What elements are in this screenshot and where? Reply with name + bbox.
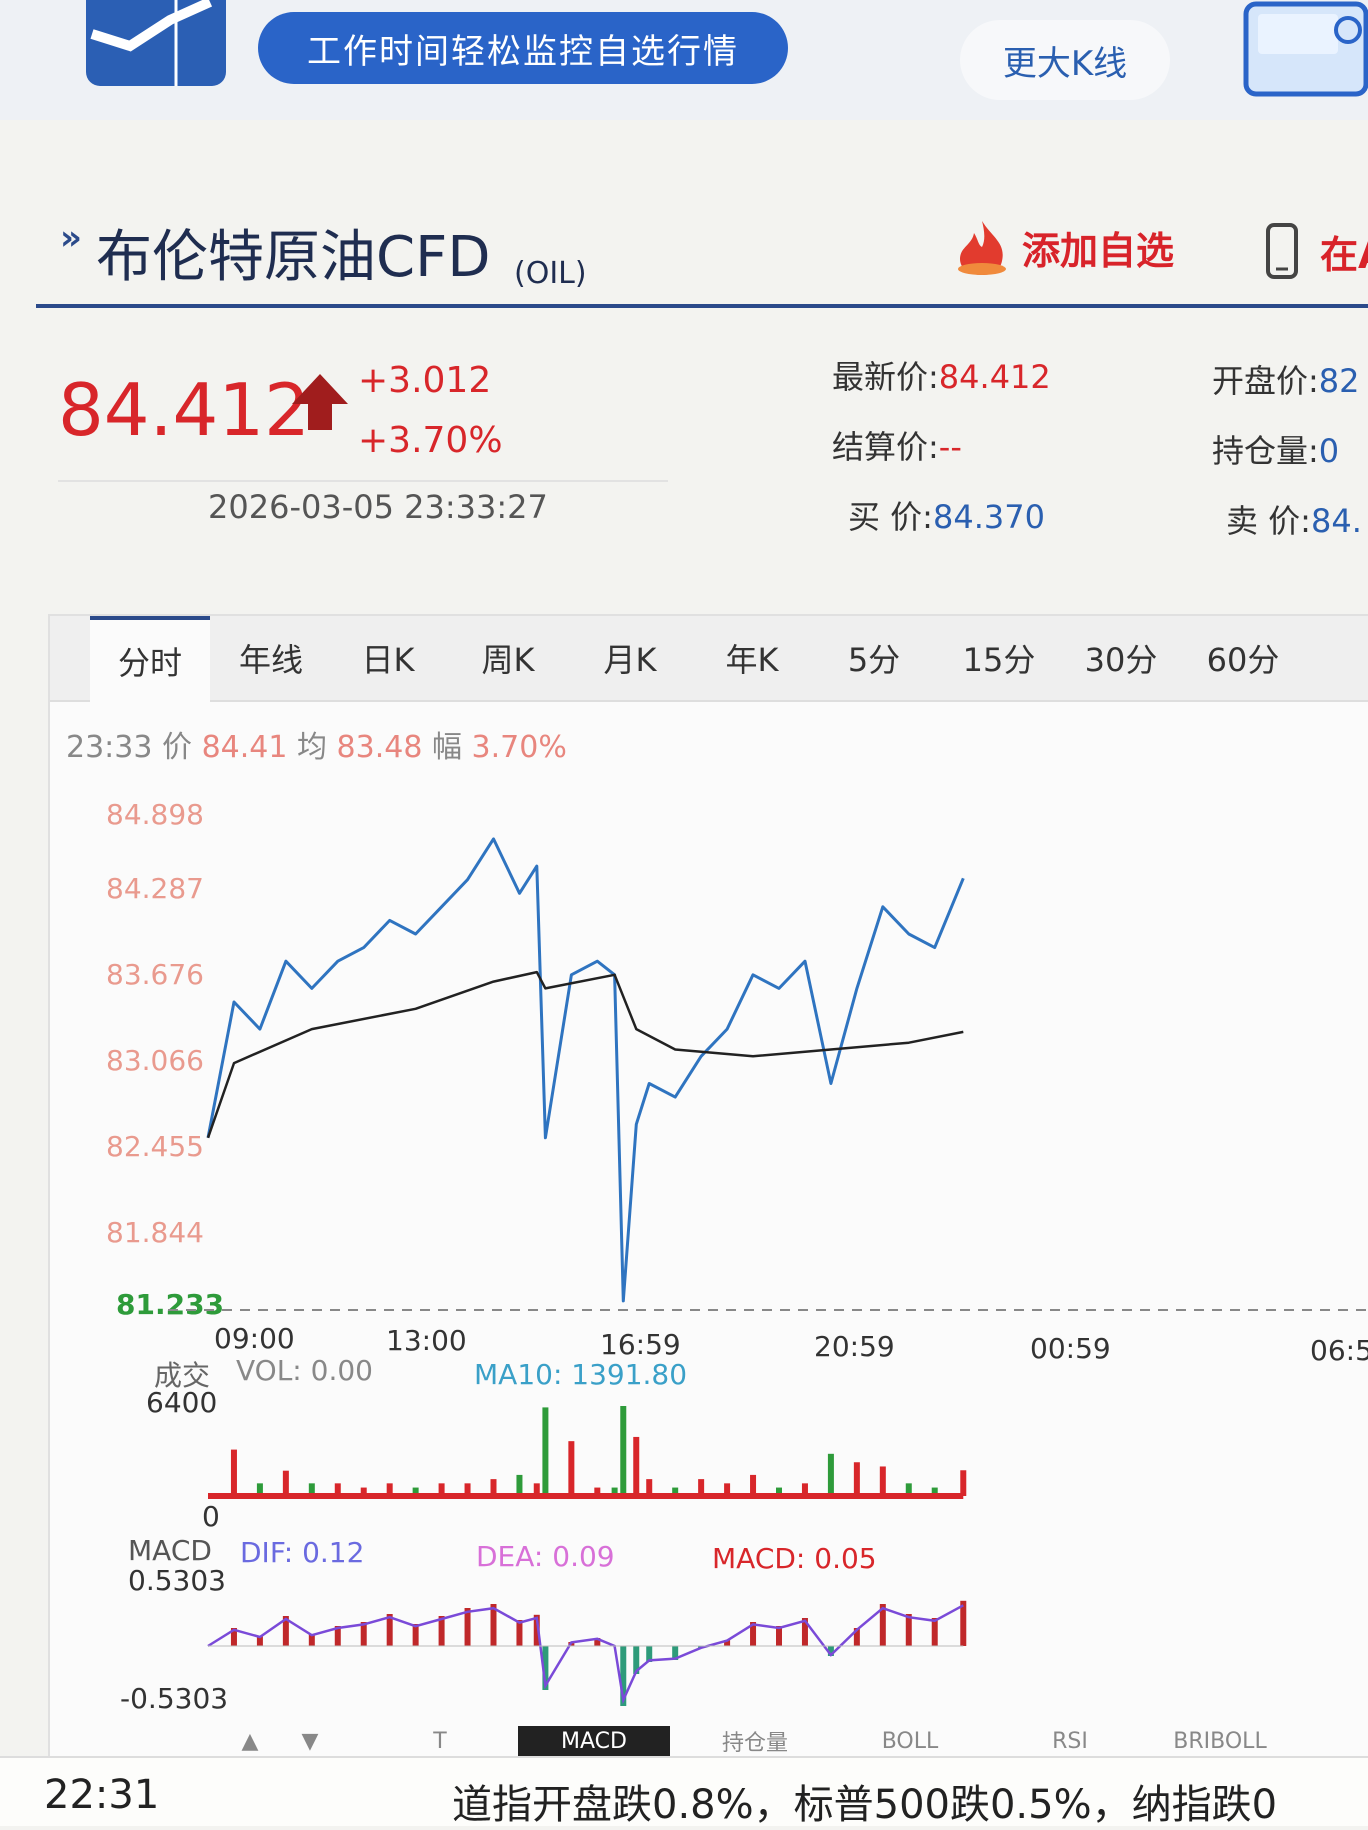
- news-ticker[interactable]: 道指开盘跌0.8%，标普500跌0.5%，纳指跌0: [452, 1772, 1277, 1830]
- top-banner: 工作时间轻松监控自选行情 更大K线: [0, 0, 1368, 120]
- collapse-down-icon[interactable]: ▼: [290, 1726, 330, 1756]
- status-bar: 22:31 道指开盘跌0.8%，标普500跌0.5%，纳指跌0: [0, 1756, 1368, 1828]
- promo-pill[interactable]: 工作时间轻松监控自选行情: [258, 12, 788, 84]
- volume-bar: [620, 1406, 627, 1496]
- volume-bar: [516, 1474, 523, 1496]
- collapse-up-icon[interactable]: ▲: [230, 1726, 270, 1756]
- clock: 22:31: [44, 1772, 160, 1818]
- volume-bar: [750, 1474, 757, 1496]
- quote-divider: [58, 480, 668, 482]
- volume-bar: [853, 1462, 860, 1496]
- macd-dif-line: [207, 1604, 964, 1705]
- price-change: +3.012: [358, 360, 492, 401]
- add-favorite-label: 添加自选: [1022, 228, 1175, 273]
- indicator-tab-briboll[interactable]: BRIBOLL: [1150, 1726, 1290, 1756]
- macd-bar: [931, 1618, 938, 1646]
- settle-price-label: 结算价:: [832, 428, 939, 466]
- bid-price-field: 买 价:84.370: [848, 492, 1045, 538]
- volume-bar: [282, 1470, 289, 1496]
- open-interest-field: 持仓量:0: [1212, 426, 1339, 472]
- macd-bar: [905, 1614, 912, 1646]
- price-line: [206, 837, 965, 1303]
- phone-icon: [1266, 223, 1298, 279]
- intraday-chart[interactable]: [50, 616, 1368, 1726]
- macd-bar: [464, 1608, 471, 1646]
- volume-bar: [879, 1466, 886, 1496]
- latest-price-label: 最新价:: [832, 358, 939, 396]
- price-change-pct: +3.70%: [358, 420, 503, 461]
- open-interest-label: 持仓量:: [1212, 432, 1319, 470]
- volume-bar: [827, 1453, 834, 1496]
- quote-timestamp: 2026-03-05 23:33:27: [208, 488, 548, 526]
- volume-bar: [633, 1436, 640, 1496]
- indicator-tab-t[interactable]: T: [410, 1726, 470, 1756]
- latest-price-value: 84.412: [938, 358, 1051, 396]
- bigger-kline-button[interactable]: 更大K线: [960, 20, 1170, 100]
- ask-price-label: 卖 价:: [1226, 502, 1311, 540]
- settle-price-field: 结算价:--: [832, 422, 962, 468]
- instrument-code: (OIL): [514, 256, 587, 291]
- open-price-field: 开盘价:82: [1212, 356, 1360, 402]
- open-in-app-button[interactable]: 在AP: [1262, 216, 1368, 286]
- volume-bar: [542, 1407, 549, 1496]
- indicator-tab-macd[interactable]: MACD: [518, 1726, 670, 1756]
- volume-bar: [960, 1470, 967, 1496]
- volume-bar: [568, 1441, 575, 1496]
- indicator-tab-oi[interactable]: 持仓量: [700, 1726, 810, 1756]
- volume-bar: [230, 1449, 237, 1496]
- chart-panel: 分时 年线 日K 周K 月K 年K 5分 15分 30分 60分 23:33 价…: [48, 614, 1368, 1798]
- ask-price-value: 84.: [1310, 502, 1362, 540]
- desktop-widget-icon: [1243, 1, 1368, 97]
- settle-price-value: --: [938, 428, 962, 466]
- bid-price-value: 84.370: [932, 498, 1045, 536]
- flame-icon: [958, 221, 1006, 275]
- indicator-tab-boll[interactable]: BOLL: [860, 1726, 960, 1756]
- bid-price-label: 买 价:: [848, 498, 933, 536]
- open-interest-value: 0: [1318, 432, 1340, 470]
- double-chevron-icon: »: [60, 218, 82, 258]
- instrument-title-row: » 布伦特原油CFD (OIL) 添加自选 在AP: [36, 200, 1368, 308]
- open-in-app-label: 在AP: [1320, 232, 1368, 277]
- open-price-label: 开盘价:: [1212, 362, 1319, 400]
- average-price-line: [206, 970, 964, 1139]
- instrument-name: 布伦特原油CFD: [96, 225, 491, 290]
- add-favorite-button[interactable]: 添加自选: [952, 212, 1174, 282]
- open-price-value: 82: [1318, 362, 1360, 400]
- indicator-tab-rsi[interactable]: RSI: [1030, 1726, 1110, 1756]
- up-arrow-icon: [292, 374, 348, 430]
- app-logo[interactable]: [86, 0, 226, 86]
- indicator-tabbar: ▲ ▼ T MACD 持仓量 BOLL RSI BRIBOLL: [0, 1726, 1368, 1756]
- check-icon: [90, 0, 213, 86]
- latest-price-field: 最新价:84.412: [832, 352, 1051, 398]
- last-price: 84.412: [58, 368, 310, 452]
- ask-price-field: 卖 价:84.: [1226, 496, 1362, 542]
